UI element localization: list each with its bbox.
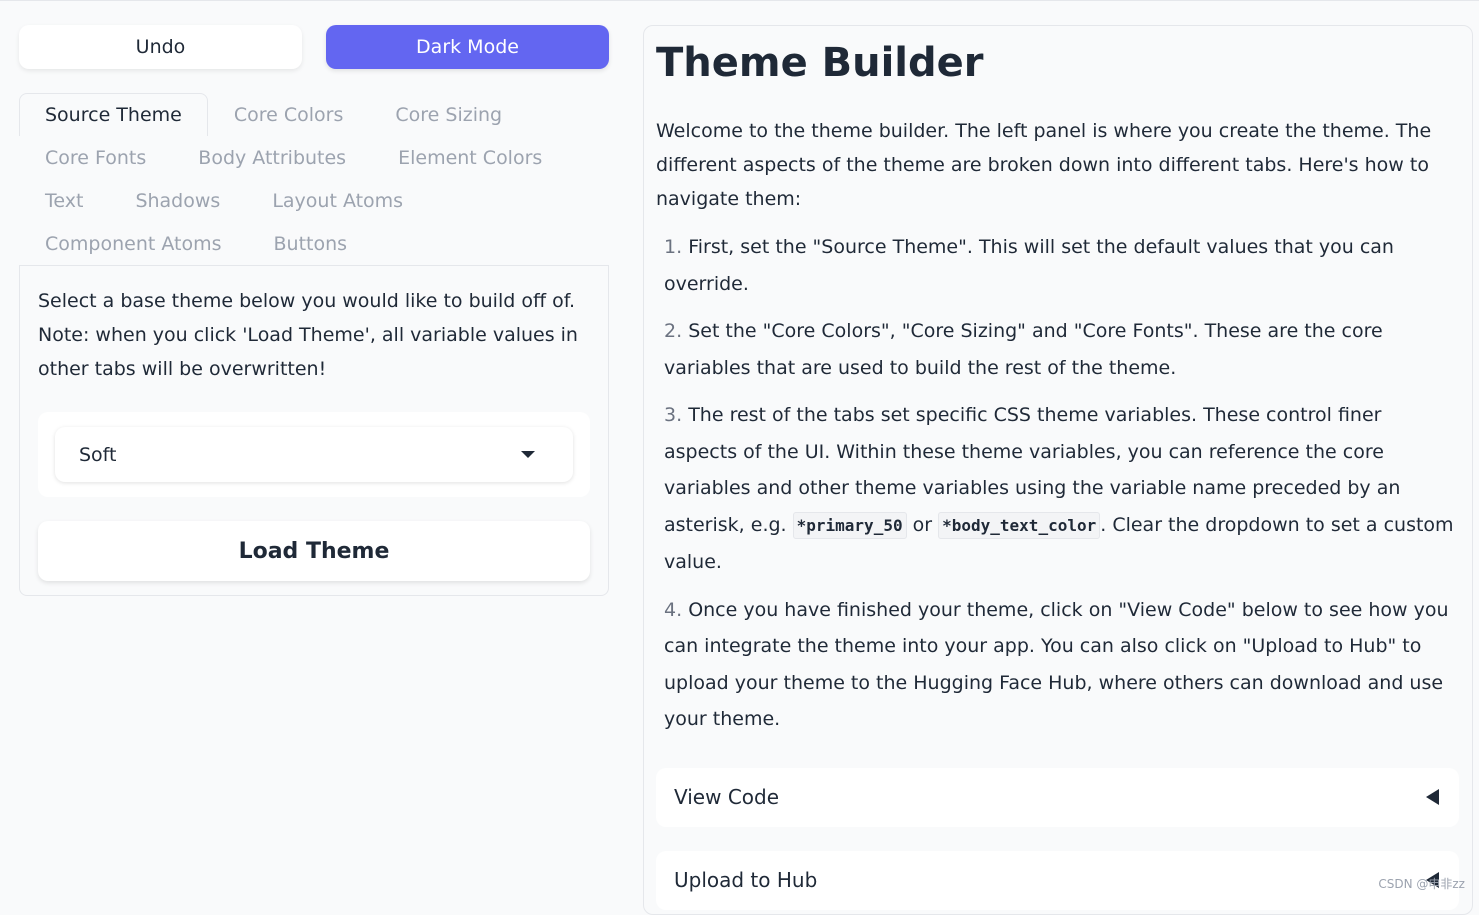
tab-text[interactable]: Text bbox=[19, 179, 109, 222]
tab-core-sizing[interactable]: Core Sizing bbox=[369, 93, 528, 136]
guide-panel: Theme Builder Welcome to the theme build… bbox=[643, 25, 1473, 915]
dropdown-selected-value: Soft bbox=[79, 444, 117, 466]
tab-source-theme[interactable]: Source Theme bbox=[19, 93, 208, 136]
code-primary-50: *primary_50 bbox=[793, 512, 907, 539]
watermark: CSDN @申非zz bbox=[1378, 875, 1465, 892]
tab-core-fonts[interactable]: Core Fonts bbox=[19, 136, 172, 179]
tab-body-attributes[interactable]: Body Attributes bbox=[172, 136, 372, 179]
code-body-text-color: *body_text_color bbox=[938, 512, 1100, 539]
tab-core-colors[interactable]: Core Colors bbox=[208, 93, 370, 136]
source-theme-description: Select a base theme below you would like… bbox=[38, 284, 590, 386]
view-code-label: View Code bbox=[674, 785, 779, 809]
page-title: Theme Builder bbox=[656, 38, 1459, 88]
tab-layout-atoms[interactable]: Layout Atoms bbox=[246, 179, 429, 222]
caret-left-icon bbox=[1426, 789, 1439, 805]
guide-intro: Welcome to the theme builder. The left p… bbox=[656, 114, 1459, 216]
step-item: 1. First, set the "Source Theme". This w… bbox=[664, 229, 1459, 302]
left-panel: Undo Dark Mode Source Theme Core Colors … bbox=[19, 25, 609, 596]
chevron-down-icon bbox=[521, 451, 535, 458]
step-item: 4. Once you have finished your theme, cl… bbox=[664, 592, 1459, 738]
load-theme-button[interactable]: Load Theme bbox=[38, 521, 590, 581]
tab-bar: Source Theme Core Colors Core Sizing Cor… bbox=[19, 93, 609, 265]
tab-buttons[interactable]: Buttons bbox=[248, 222, 374, 265]
steps-list: 1. First, set the "Source Theme". This w… bbox=[656, 229, 1459, 738]
upload-to-hub-label: Upload to Hub bbox=[674, 868, 817, 892]
tab-element-colors[interactable]: Element Colors bbox=[372, 136, 568, 179]
top-border bbox=[0, 0, 1479, 1]
source-theme-panel: Select a base theme below you would like… bbox=[19, 265, 609, 596]
step-item: 2. Set the "Core Colors", "Core Sizing" … bbox=[664, 313, 1459, 386]
dark-mode-button[interactable]: Dark Mode bbox=[326, 25, 609, 69]
undo-button[interactable]: Undo bbox=[19, 25, 302, 69]
tab-component-atoms[interactable]: Component Atoms bbox=[19, 222, 248, 265]
base-theme-dropdown[interactable]: Soft bbox=[55, 427, 573, 482]
dropdown-container: Soft bbox=[38, 412, 590, 497]
tab-shadows[interactable]: Shadows bbox=[109, 179, 246, 222]
view-code-accordion[interactable]: View Code bbox=[656, 768, 1459, 827]
upload-to-hub-accordion[interactable]: Upload to Hub bbox=[656, 851, 1459, 910]
step-item: 3. The rest of the tabs set specific CSS… bbox=[664, 397, 1459, 581]
toolbar: Undo Dark Mode bbox=[19, 25, 609, 69]
